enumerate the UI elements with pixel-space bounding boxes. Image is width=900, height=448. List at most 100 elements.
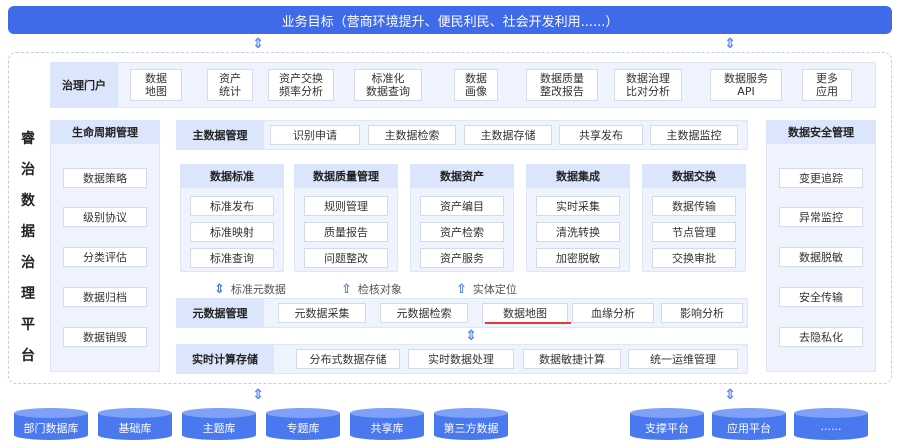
metadata-item[interactable]: 元数据采集 <box>278 303 366 323</box>
module-item[interactable]: 加密脱敏 <box>536 248 620 268</box>
security-item[interactable]: 异常监控 <box>779 207 863 227</box>
portal-item-label: 频率分析 <box>279 85 323 98</box>
portal-item-label: API <box>737 85 755 98</box>
database-cylinder[interactable]: 基础库 <box>98 408 172 440</box>
module-item[interactable]: 清洗转换 <box>536 222 620 242</box>
master-data-item[interactable]: 主数据存储 <box>464 125 552 145</box>
portal-item-label: 数据查询 <box>366 85 410 98</box>
portal-label: 治理门户 <box>50 62 118 108</box>
flow-label: 标准元数据 <box>230 283 286 296</box>
module-item[interactable]: 资产编目 <box>420 196 504 216</box>
database-top <box>630 408 704 418</box>
database-top <box>794 408 868 418</box>
platform-title-char: 理 <box>21 286 35 302</box>
flow-label: 检核对象 <box>357 283 402 296</box>
module-item[interactable]: 数据传输 <box>652 196 736 216</box>
flow-label: 实体定位 <box>472 283 517 296</box>
portal-item-label: 数据服务 <box>724 72 768 85</box>
database-top <box>434 408 508 418</box>
master-data-title: 主数据管理 <box>176 120 264 150</box>
database-top <box>182 408 256 418</box>
module-item[interactable]: 节点管理 <box>652 222 736 242</box>
master-data-item[interactable]: 主数据监控 <box>650 125 738 145</box>
up-down-arrow-icon: ⇕ <box>724 387 736 403</box>
portal-item[interactable]: 数据 画像 <box>454 69 498 101</box>
up-down-arrow-icon: ⇕ <box>465 328 477 344</box>
module-item[interactable]: 标准发布 <box>190 196 274 216</box>
lifecycle-item[interactable]: 级别协议 <box>63 207 147 227</box>
up-arrow-icon: ⇧ <box>341 281 352 297</box>
portal-item[interactable]: 更多 应用 <box>802 69 852 101</box>
module-item[interactable]: 标准查询 <box>190 248 274 268</box>
database-cylinder[interactable]: 主题库 <box>182 408 256 440</box>
module-title: 数据质量管理 <box>294 164 398 188</box>
portal-item[interactable]: 数据质量 整改报告 <box>526 69 598 101</box>
realtime-item[interactable]: 分布式数据存储 <box>296 349 400 369</box>
database-cylinder[interactable]: ...... <box>794 408 868 440</box>
platform-title-char: 治 <box>21 255 35 271</box>
master-data-item[interactable]: 主数据检索 <box>368 125 456 145</box>
portal-item[interactable]: 数据服务 API <box>710 69 782 101</box>
metadata-title: 元数据管理 <box>176 298 264 328</box>
database-cylinder[interactable]: 应用平台 <box>712 408 786 440</box>
up-down-arrow-icon: ⇕ <box>252 387 264 403</box>
database-top <box>266 408 340 418</box>
portal-item-label: 统计 <box>219 85 241 98</box>
security-item[interactable]: 安全传输 <box>779 287 863 307</box>
lifecycle-item[interactable]: 数据策略 <box>63 168 147 188</box>
realtime-title: 实时计算存储 <box>176 344 274 374</box>
database-label: 应用平台 <box>727 422 771 435</box>
flow-entity-location: ⇧ 实体定位 <box>456 281 517 297</box>
module-item[interactable]: 标准映射 <box>190 222 274 242</box>
database-label: 部门数据库 <box>23 422 79 435</box>
module-item[interactable]: 规则管理 <box>304 196 388 216</box>
security-item[interactable]: 变更追踪 <box>779 168 863 188</box>
master-data-item[interactable]: 共享发布 <box>559 125 643 145</box>
module-item[interactable]: 资产服务 <box>420 248 504 268</box>
portal-item[interactable]: 数据 地图 <box>130 69 182 101</box>
metadata-item[interactable]: 血缘分析 <box>572 303 654 323</box>
database-cylinder[interactable]: 部门数据库 <box>14 408 88 440</box>
realtime-item[interactable]: 数据敏捷计算 <box>523 349 621 369</box>
portal-item[interactable]: 标准化 数据查询 <box>354 69 422 101</box>
portal-item-label: 资产交换 <box>279 72 323 85</box>
database-cylinder[interactable]: 专题库 <box>266 408 340 440</box>
portal-item-label: 数据治理 <box>626 72 670 85</box>
portal-item-label: 标准化 <box>371 72 405 85</box>
lifecycle-item[interactable]: 分类评估 <box>63 247 147 267</box>
database-cylinder[interactable]: 支撑平台 <box>630 408 704 440</box>
portal-item-label: 应用 <box>816 85 838 98</box>
realtime-item[interactable]: 实时数据处理 <box>408 349 514 369</box>
security-item[interactable]: 去隐私化 <box>779 327 863 347</box>
platform-title-char: 台 <box>21 348 35 364</box>
portal-item-label: 数据 <box>145 72 167 85</box>
metadata-item[interactable]: 影响分析 <box>661 303 743 323</box>
metadata-item[interactable]: 数据地图 <box>482 303 568 323</box>
platform-title: 睿 治 数 据 治 理 平 台 <box>14 128 42 365</box>
database-cylinder[interactable]: 第三方数据 <box>434 408 508 440</box>
security-item[interactable]: 数据脱敏 <box>779 247 863 267</box>
up-down-arrow-icon: ⇕ <box>214 281 225 297</box>
portal-item-label: 数据 <box>465 72 487 85</box>
module-item[interactable]: 交换审批 <box>652 248 736 268</box>
portal-item[interactable]: 资产交换 频率分析 <box>268 69 334 101</box>
database-cylinder[interactable]: 共享库 <box>350 408 424 440</box>
module-item[interactable]: 实时采集 <box>536 196 620 216</box>
lifecycle-item[interactable]: 数据销毁 <box>63 327 147 347</box>
lifecycle-item[interactable]: 数据归档 <box>63 287 147 307</box>
master-data-item[interactable]: 识别申请 <box>270 125 360 145</box>
portal-item[interactable]: 资产 统计 <box>207 69 253 101</box>
realtime-item[interactable]: 统一运维管理 <box>628 349 738 369</box>
module-title: 数据资产 <box>410 164 514 188</box>
module-title: 数据标准 <box>180 164 284 188</box>
module-item[interactable]: 资产检索 <box>420 222 504 242</box>
database-top <box>14 408 88 418</box>
portal-item-label: 数据质量 <box>540 72 584 85</box>
portal-item-label: 地图 <box>145 85 167 98</box>
database-label: 第三方数据 <box>443 422 499 435</box>
metadata-item[interactable]: 元数据检索 <box>380 303 468 323</box>
portal-item[interactable]: 数据治理 比对分析 <box>614 69 682 101</box>
module-item[interactable]: 问题整改 <box>304 248 388 268</box>
database-label: 基础库 <box>118 422 152 435</box>
module-item[interactable]: 质量报告 <box>304 222 388 242</box>
